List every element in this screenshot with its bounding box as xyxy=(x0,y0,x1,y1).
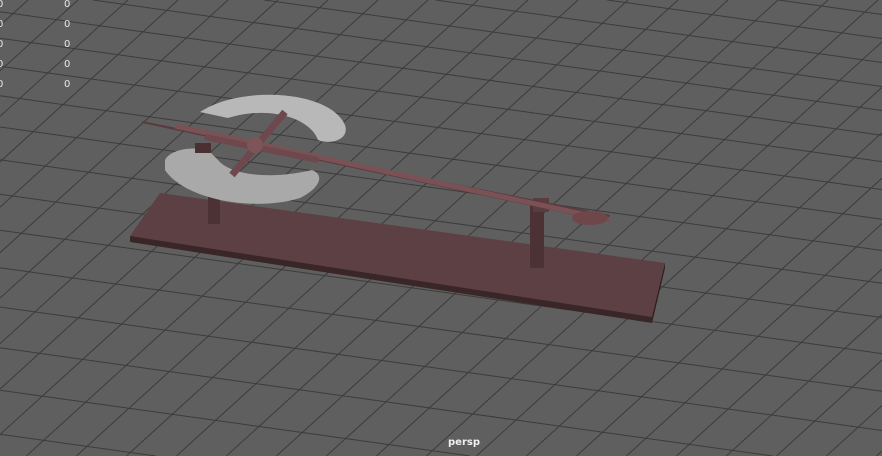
grid-line xyxy=(778,0,882,15)
hud-value: 0 xyxy=(64,19,71,30)
cross-guard-hub xyxy=(247,137,263,153)
hud-value: 0 xyxy=(64,59,71,70)
grid-line xyxy=(626,223,882,456)
hud-value: 0 xyxy=(0,0,4,10)
display-stand-model xyxy=(130,188,665,323)
grid-line xyxy=(676,268,882,456)
scene-canvas[interactable] xyxy=(0,0,882,456)
grid-line xyxy=(435,0,882,63)
grid-line xyxy=(92,0,882,111)
spear-pommel xyxy=(572,211,608,225)
hud-left-column: 0 0 0 0 0 xyxy=(0,0,3,95)
hud-value: 0 xyxy=(64,79,71,90)
stand-post-right xyxy=(530,205,544,268)
camera-name-label: persp xyxy=(448,437,480,448)
grid-line xyxy=(376,0,879,456)
hud-value: 0 xyxy=(64,0,71,10)
hud-right-column: 0 0 0 0 0 xyxy=(64,0,70,95)
hud-value: 0 xyxy=(0,79,4,90)
grid-line xyxy=(0,433,156,456)
grid-line xyxy=(607,0,882,39)
grid-line xyxy=(0,389,471,456)
grid-line xyxy=(0,37,882,163)
grid-line xyxy=(0,95,882,220)
perspective-viewport[interactable]: 0 0 0 0 0 0 0 0 0 0 persp xyxy=(0,0,882,456)
hud-value: 0 xyxy=(0,39,4,50)
grid-line xyxy=(726,314,882,456)
hud-value: 0 xyxy=(64,39,71,50)
grid-line xyxy=(0,306,882,431)
grid-line xyxy=(876,450,882,456)
grid-line xyxy=(826,405,882,456)
grid-line xyxy=(776,359,882,456)
ground-grid xyxy=(0,0,882,456)
hud-value: 0 xyxy=(0,59,4,70)
grid-line xyxy=(0,65,882,191)
grid-line xyxy=(264,0,882,87)
hud-value: 0 xyxy=(0,19,4,30)
spear-clamp xyxy=(195,143,211,153)
